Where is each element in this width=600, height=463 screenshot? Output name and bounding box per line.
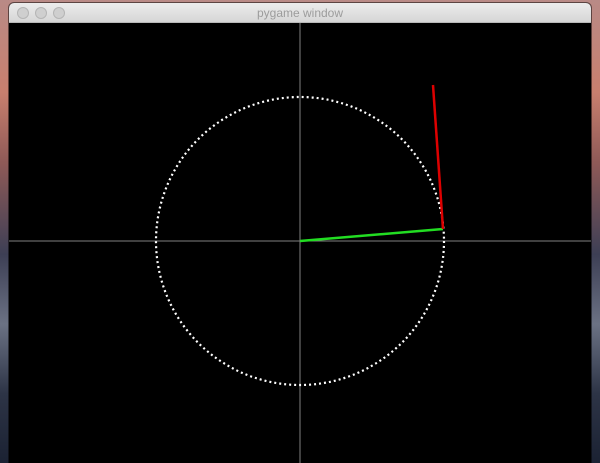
drawing-surface <box>9 23 591 463</box>
desktop-background-left <box>0 0 9 463</box>
window-title: pygame window <box>256 6 344 20</box>
radius-line <box>299 227 444 243</box>
title-bar[interactable]: pygame window <box>9 3 591 23</box>
pygame-window: pygame window <box>9 3 591 463</box>
pygame-canvas[interactable] <box>9 23 591 463</box>
tangent-line <box>431 84 445 230</box>
desktop-background-right <box>591 0 600 463</box>
